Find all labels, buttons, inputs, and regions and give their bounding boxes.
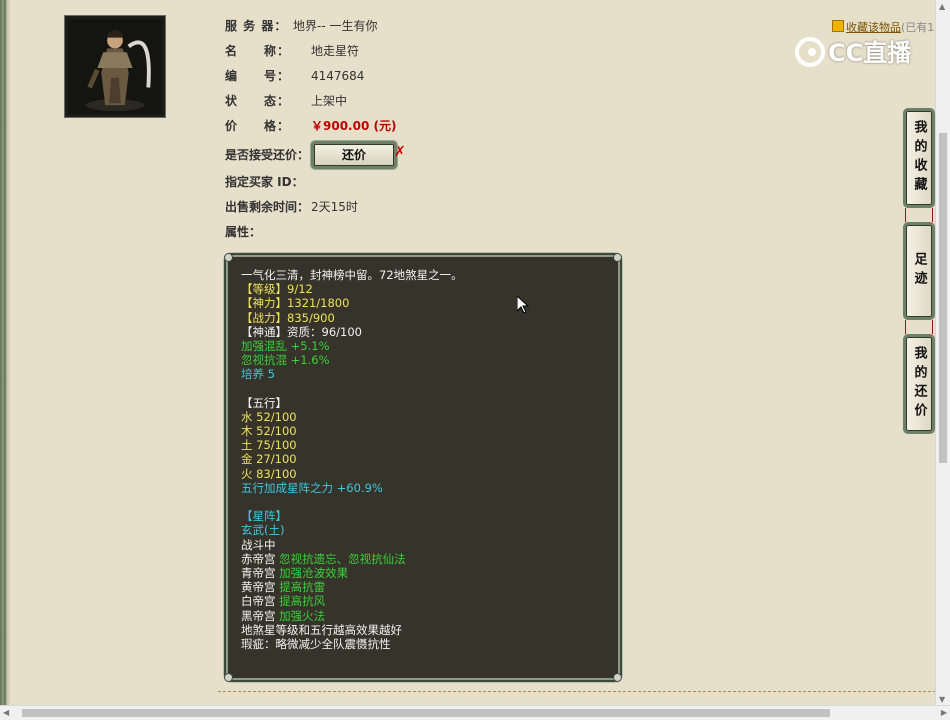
- attribute-line-part: 黄帝宫: [241, 580, 280, 595]
- attribute-line: 白帝宫 提高抗风: [241, 594, 611, 608]
- attribute-line: 【战力】835/900: [241, 310, 335, 325]
- cc-logo-icon: [795, 37, 825, 67]
- vertical-scrollbar[interactable]: ▲ ▼: [935, 0, 950, 706]
- id-value: 4147684: [311, 69, 365, 83]
- attribute-line: 忽视抗混 +1.6%: [241, 353, 330, 368]
- attribute-line-part: 提高抗雷: [279, 580, 326, 595]
- attribute-line: 【等级】9/12: [241, 282, 313, 297]
- remaining-label: 出售剩余时间：: [225, 200, 310, 214]
- attribute-line: 青帝宫 加强沧波效果: [241, 566, 611, 580]
- tab-connector: [905, 320, 933, 334]
- attribute-line-part: 白帝宫: [241, 594, 280, 609]
- attribute-line-part: 加强火法: [279, 608, 326, 623]
- tab-connector: [905, 208, 933, 222]
- attributes-row: 属性：: [225, 223, 261, 241]
- name-label: 名 称：: [225, 44, 291, 58]
- status-row: 状 态： 上架中: [225, 92, 347, 110]
- attribute-line: [241, 495, 611, 509]
- scroll-up-icon[interactable]: ▲: [939, 2, 945, 11]
- attribute-line: 黑帝宫 加强火法: [241, 609, 611, 623]
- counter-offer-button[interactable]: 还价: [311, 141, 397, 169]
- server-value: 地界-- 一生有你: [293, 19, 378, 33]
- attribute-line: 战斗中: [241, 537, 276, 552]
- server-row: 服 务 器： 地界-- 一生有你: [225, 17, 377, 35]
- horizontal-scroll-thumb[interactable]: [22, 709, 830, 717]
- remaining-row: 出售剩余时间： 2天15时: [225, 198, 358, 216]
- attribute-line: 赤帝宫 忽视抗遗忘、忽视抗仙法: [241, 552, 611, 566]
- attribute-line: 【五行】: [241, 395, 287, 410]
- attribute-line: 培养 5: [241, 367, 275, 382]
- scroll-left-icon[interactable]: ◀: [3, 708, 9, 717]
- attributes-label: 属性：: [225, 225, 262, 239]
- attribute-line: 【神通】资质：96/100: [241, 324, 362, 339]
- attribute-line-part: 提高抗风: [279, 594, 326, 609]
- attribute-line: 地煞星等级和五行越高效果越好: [241, 622, 402, 637]
- side-tab-favorites[interactable]: 我的收藏: [903, 108, 935, 208]
- panel-corner: [224, 673, 233, 682]
- buyer-label: 指定买家 ID：: [225, 175, 304, 189]
- attribute-line: 木 52/100: [241, 424, 297, 439]
- horizontal-scrollbar[interactable]: ◀ ▶: [0, 705, 950, 720]
- attribute-line-part: 忽视抗遗忘、忽视抗仙法: [279, 551, 406, 566]
- attribute-line: 黄帝宫 提高抗雷: [241, 580, 611, 594]
- side-tab-my-counteroffers[interactable]: 我的还价: [903, 334, 935, 434]
- close-x-icon: ✗: [394, 144, 406, 160]
- side-tab-footprints[interactable]: 足迹: [903, 222, 935, 320]
- item-portrait: [64, 15, 166, 118]
- panel-corner: [224, 253, 233, 262]
- attribute-line-part: 赤帝宫: [241, 551, 280, 566]
- attribute-line: 水 52/100: [241, 409, 297, 424]
- attribute-line: 【星阵】: [241, 509, 287, 524]
- vertical-scroll-thumb[interactable]: [939, 133, 947, 463]
- attributes-panel: 一气化三清，封神榜中留。72地煞星之一。 【等级】9/12 【神力】1321/180…: [224, 253, 622, 682]
- attribute-line: 五行加成星阵之力 +60.9%: [241, 480, 383, 495]
- attribute-line: 瑕疵：略微减少全队震慑抗性: [241, 636, 391, 651]
- name-value: 地走星符: [311, 44, 360, 58]
- attribute-line: [241, 382, 611, 396]
- attribute-line-part: 黑帝宫: [241, 608, 280, 623]
- status-label: 状 态：: [225, 94, 291, 108]
- counter-label: 是否接受还价：: [225, 148, 310, 162]
- panel-corner: [613, 253, 622, 262]
- favorite-icon: [832, 20, 844, 32]
- buyer-row: 指定买家 ID：: [225, 173, 304, 191]
- attribute-line: 一气化三清，封神榜中留。72地煞星之一。: [241, 268, 463, 282]
- attribute-line: 火 83/100: [241, 466, 297, 481]
- scroll-right-icon[interactable]: ▶: [941, 708, 947, 717]
- price-value: ￥900.00 (元): [311, 119, 397, 133]
- section-divider: [218, 691, 936, 692]
- id-label: 编 号：: [225, 69, 291, 83]
- name-row: 名 称： 地走星符: [225, 42, 359, 60]
- attribute-line: 土 75/100: [241, 438, 297, 453]
- attribute-line: 加强混乱 +5.1%: [241, 338, 330, 353]
- remaining-value: 2天15时: [311, 200, 358, 214]
- price-row: 价 格： ￥900.00 (元): [225, 117, 396, 135]
- cc-live-watermark: CC直播: [795, 33, 911, 68]
- attribute-line: 金 27/100: [241, 452, 297, 467]
- page-left-border: [0, 0, 10, 720]
- attribute-line-part: 加强沧波效果: [279, 565, 349, 580]
- price-label: 价 格：: [225, 119, 291, 133]
- scroll-down-icon[interactable]: ▼: [939, 695, 945, 704]
- attribute-line: 【神力】1321/1800: [241, 296, 350, 311]
- panel-corner: [613, 673, 622, 682]
- portrait-image: [68, 19, 162, 114]
- status-value: 上架中: [311, 94, 348, 108]
- cc-logo-text: CC直播: [828, 39, 912, 67]
- attribute-line-part: 青帝宫: [241, 565, 280, 580]
- counter-row: 是否接受还价： 还价 ✗: [225, 141, 445, 169]
- id-row: 编 号： 4147684: [225, 67, 364, 85]
- attributes-text: 一气化三清，封神榜中留。72地煞星之一。 【等级】9/12 【神力】1321/180…: [241, 268, 611, 651]
- attribute-line: 玄武(土): [241, 523, 285, 538]
